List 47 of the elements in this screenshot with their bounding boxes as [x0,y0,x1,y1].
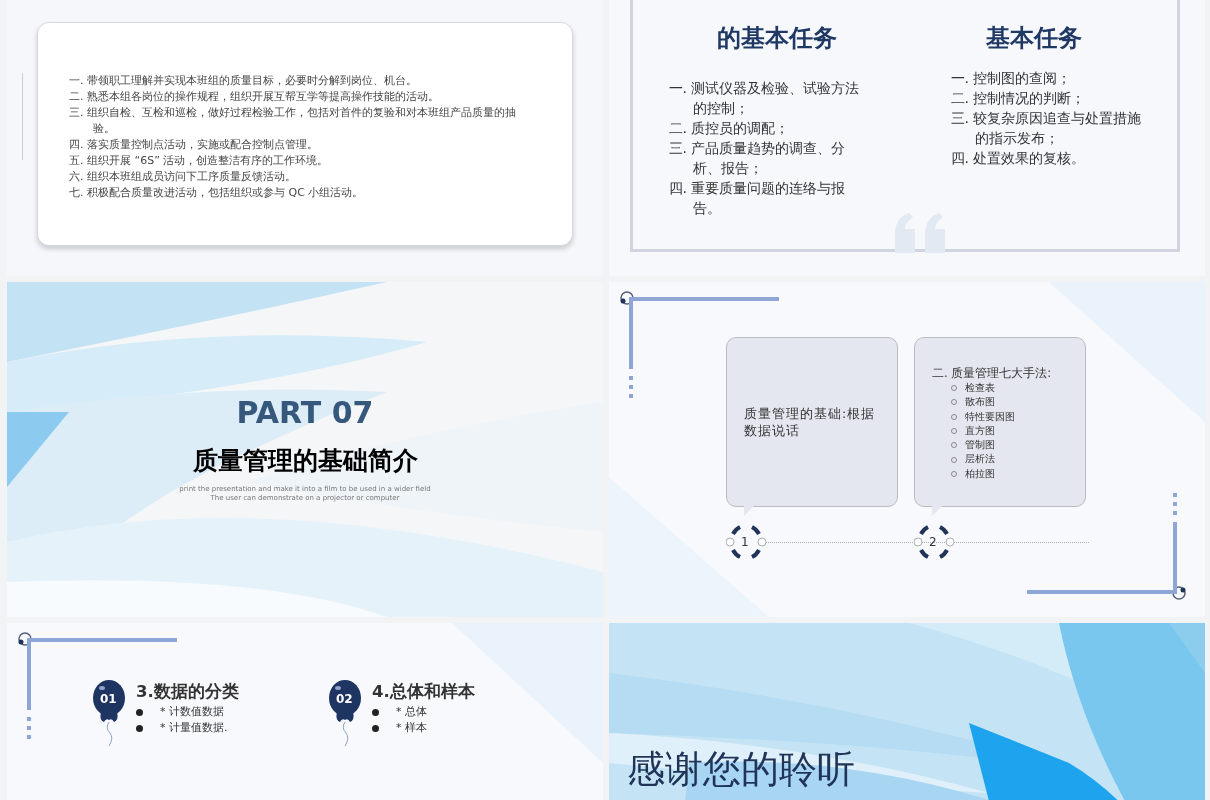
column-title: 的基本任务 [716,23,837,53]
bullet-text: * 计数值数据 [160,704,224,720]
balloon-number: 02 [336,691,353,707]
ring-icon [726,524,766,560]
task-item: 六. 组织本班组成员访问下工序质量反馈活动。 [69,169,297,185]
task-item: 三. 较复杂原因追查与处置措施的指示发布； [950,109,1143,148]
step-number: 2 [929,534,937,550]
group-title: 4.总体和样本 [372,681,475,703]
method-item: 散布图 [965,395,995,410]
task-item: 一. 带领职工理解并实现本班组的质量目标，必要时分解到岗位、机台。 [69,73,418,89]
step-number: 1 [741,534,749,550]
task-item: 三. 产品质量趋势的调查、分析、报告； [668,139,847,178]
section-title: 质量管理的基础简介 [192,445,418,477]
ring-icon [914,524,954,560]
task-item: 二. 控制情况的判断； [950,89,1087,108]
task-item: 一. 测试仪器及检验、试验方法的控制； [668,79,861,118]
balloon-number: 01 [100,691,117,707]
task-item: 五. 组织开展 “6S” 活动，创造整洁有序的工作环境。 [69,153,330,169]
balloon-icon [92,680,126,748]
bullet-text: * 总体 [396,704,427,720]
bullet-icon [372,724,379,732]
method-item: 特性要因图 [965,409,1015,424]
group-title: 3.数据的分类 [136,681,239,703]
bullet-icon [372,708,379,716]
bullet-icon [136,708,143,716]
balloon-icon [328,680,362,748]
task-item: 四. 落实质量控制点活动，实施或配合控制点管理。 [69,137,319,153]
method-item: 管制图 [965,438,995,453]
bullet-text: * 样本 [396,720,427,736]
column-title: 基本任务 [985,23,1082,53]
task-item: 三. 组织自检、互检和巡检，做好过程检验工作，包括对首件的复验和对本班组产品质量的抽验。 [69,105,517,137]
bullet-text: * 计量值数据. [160,720,228,736]
part-number: PART 07 [236,395,374,431]
method-item: 柏拉图 [965,466,995,481]
bubble-text: 质量管理的基础:根据数据说话 [744,405,877,439]
task-item: 二. 质控员的调配； [668,119,791,138]
method-item: 层析法 [965,452,995,467]
bullet-icon [136,724,143,732]
task-item: 四. 处置效果的复核。 [950,149,1087,168]
task-item: 一. 控制图的查阅； [950,69,1073,88]
task-item: 二. 熟悉本组各岗位的操作规程，组织开展互帮互学等提高操作技能的活动。 [69,89,440,105]
bubble-heading: 二. 质量管理七大手法: [932,366,1053,381]
task-item: 七. 积极配合质量改进活动，包括组织或参与 QC 小组活动。 [69,185,365,201]
method-item: 检查表 [965,381,995,395]
method-item: 直方图 [965,423,995,438]
task-item: 四. 重要质量问题的连络与报告。 [668,179,847,218]
closing-title: 感谢您的聆听 [627,747,856,791]
